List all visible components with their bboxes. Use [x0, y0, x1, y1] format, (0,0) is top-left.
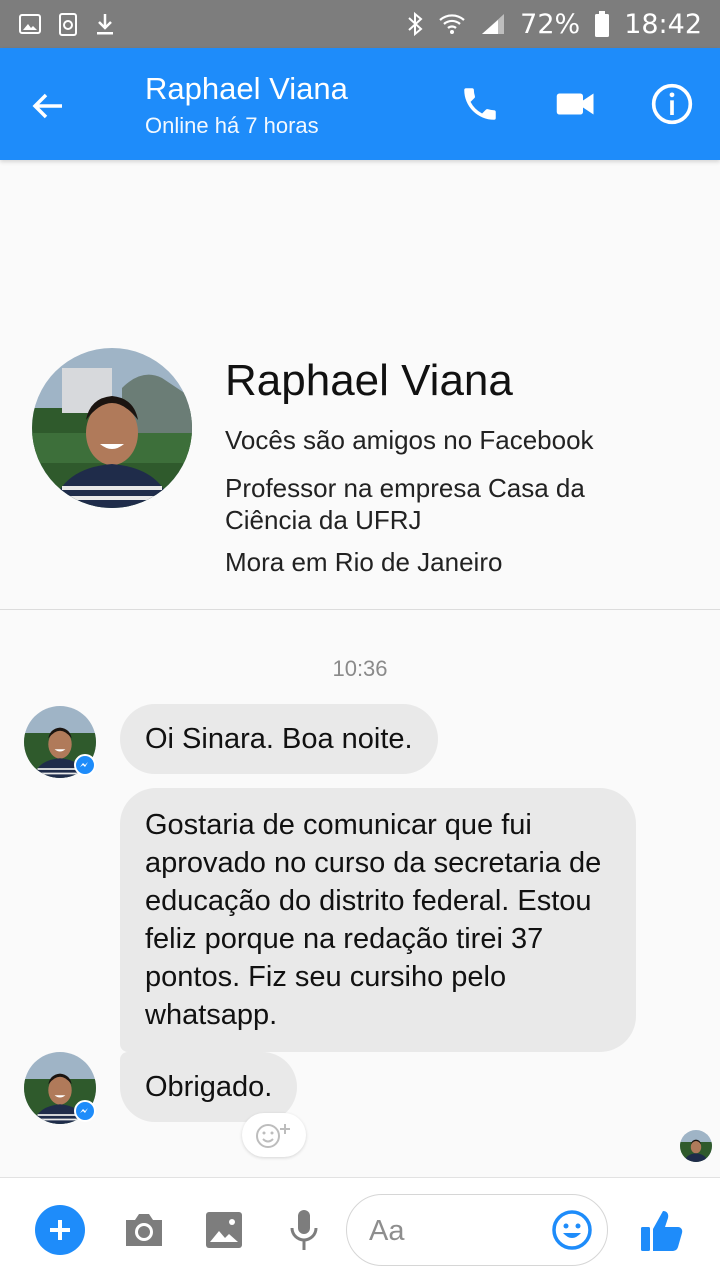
contact-name: Raphael Viana	[145, 71, 348, 106]
signal-icon	[480, 12, 506, 36]
arrow-left-icon	[32, 93, 62, 119]
camera-button[interactable]	[118, 1204, 170, 1256]
message-bubble[interactable]: Obrigado.	[120, 1052, 298, 1122]
more-actions-button[interactable]	[34, 1204, 86, 1256]
message-input[interactable]: Aa	[346, 1194, 608, 1266]
friendship-info: Vocês são amigos no Facebook	[225, 425, 594, 455]
info-icon	[651, 83, 693, 125]
profile-avatar[interactable]	[32, 348, 192, 508]
microphone-icon	[290, 1210, 318, 1250]
message-placeholder: Aa	[369, 1215, 405, 1247]
message-composer: Aa	[0, 1177, 720, 1280]
recycle-icon	[56, 11, 80, 37]
video-call-button[interactable]	[550, 78, 602, 130]
emoji-add-icon	[256, 1124, 290, 1148]
online-status: Online há 7 horas	[145, 113, 319, 138]
message-timestamp: 10:36	[332, 656, 388, 681]
status-bar: 72% 18:42	[0, 0, 720, 48]
image-icon	[206, 1212, 242, 1248]
contact-title[interactable]: Raphael Viana Online há 7 horas	[145, 70, 348, 142]
clock: 18:42	[624, 8, 702, 40]
profile-summary: Raphael Viana Vocês são amigos no Facebo…	[0, 160, 720, 610]
messenger-badge-icon	[74, 754, 96, 776]
wifi-icon	[438, 12, 466, 36]
back-button[interactable]	[24, 82, 72, 130]
battery-icon	[594, 10, 610, 38]
video-icon	[556, 93, 594, 115]
profile-name: Raphael Viana	[225, 356, 513, 405]
call-button[interactable]	[454, 78, 506, 130]
messenger-badge-icon	[74, 1100, 96, 1122]
seen-avatar	[680, 1130, 712, 1162]
location-info: Mora em Rio de Janeiro	[225, 547, 503, 577]
smiley-icon	[552, 1210, 592, 1250]
gallery-button[interactable]	[198, 1204, 250, 1256]
message-bubble[interactable]: Gostaria de comunicar que fui aprovado n…	[120, 788, 636, 1052]
download-icon	[94, 12, 116, 36]
bluetooth-icon	[406, 11, 424, 37]
work-info: Professor na empresa Casa da Ciência da …	[225, 473, 585, 535]
gallery-icon	[18, 12, 42, 36]
voice-button[interactable]	[278, 1204, 330, 1256]
like-button[interactable]	[636, 1204, 688, 1256]
add-reaction-button[interactable]	[242, 1113, 306, 1157]
conversation-header: Raphael Viana Online há 7 horas	[0, 48, 720, 160]
battery-percent: 72%	[520, 8, 581, 40]
phone-icon	[464, 88, 496, 120]
plus-icon	[35, 1205, 85, 1255]
thumbs-up-icon	[641, 1211, 683, 1251]
emoji-button[interactable]	[551, 1209, 593, 1256]
camera-icon	[126, 1214, 162, 1246]
info-button[interactable]	[646, 78, 698, 130]
message-bubble[interactable]: Oi Sinara. Boa noite.	[120, 704, 438, 774]
